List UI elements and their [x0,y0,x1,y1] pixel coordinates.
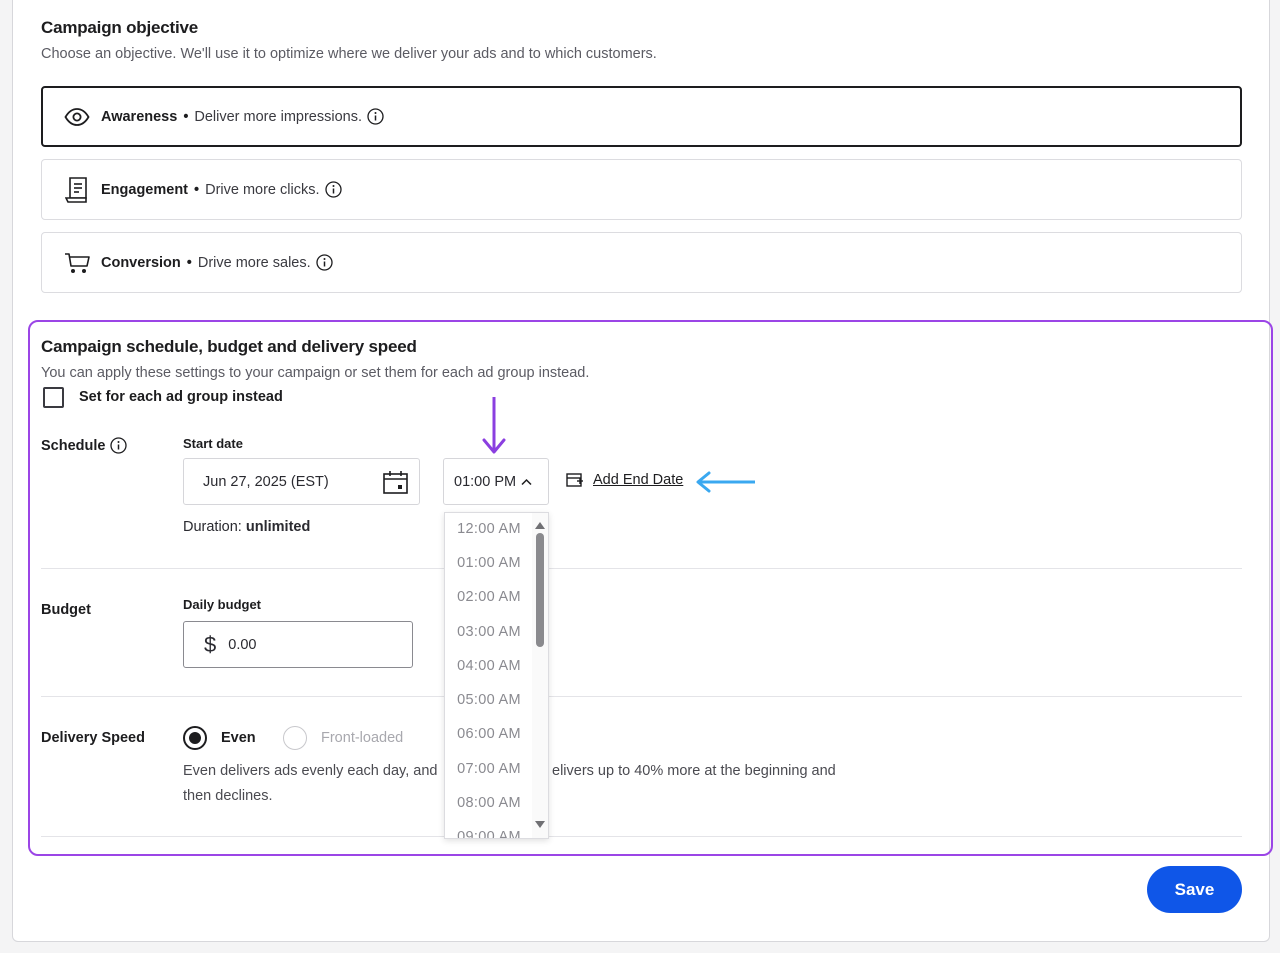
scroll-up-icon[interactable] [535,516,545,534]
objective-separator: • [186,254,192,271]
cart-icon [64,250,90,276]
time-option[interactable]: 03:00 AM [445,624,533,640]
objective-engagement[interactable]: Engagement • Drive more clicks. [41,159,1242,220]
objective-desc: Deliver more impressions. [194,108,362,125]
radio-front-loaded[interactable] [283,726,307,750]
time-option[interactable]: 04:00 AM [445,658,533,674]
arrow-down-icon [482,396,506,461]
time-option[interactable]: 01:00 AM [445,555,533,571]
document-icon [64,176,90,203]
ad-group-checkbox-label: Set for each ad group instead [79,389,283,405]
delivery-desc-line2: then declines. [183,788,273,804]
objective-desc: Drive more sales. [197,254,311,271]
duration-prefix: Duration: [183,519,242,535]
time-dropdown[interactable]: 12:00 AM 01:00 AM 02:00 AM 03:00 AM 04:0… [444,512,549,839]
start-date-field[interactable]: Jun 27, 2025 (EST) [183,458,420,505]
schedule-section-subtitle: You can apply these settings to your cam… [41,365,590,381]
scroll-down-icon[interactable] [535,816,545,834]
objective-title: Campaign objective [41,18,198,37]
radio-even[interactable] [183,726,207,750]
page-panel: Campaign objective Choose an objective. … [12,0,1273,942]
budget-value: 0.00 [228,636,257,653]
delivery-desc-part2: elivers up to 40% more at the beginning … [552,763,836,779]
objective-name: Conversion [101,254,181,271]
objective-subtitle: Choose an objective. We'll use it to opt… [41,46,657,62]
delivery-speed-label: Delivery Speed [41,730,145,746]
dropdown-scrollbar[interactable] [532,513,548,838]
divider [41,568,1242,569]
calendar-icon[interactable] [383,471,408,498]
time-select[interactable]: 01:00 PM [443,458,549,505]
divider [41,696,1242,697]
objective-desc: Drive more clicks. [205,181,320,198]
time-option[interactable]: 08:00 AM [445,795,533,811]
add-end-date-link[interactable]: Add End Date [566,472,683,488]
start-date-label: Start date [183,436,243,451]
time-value: 01:00 PM [454,473,517,490]
schedule-label: Schedule [41,437,106,454]
daily-budget-input[interactable]: $ 0.00 [183,621,413,668]
objective-name: Awareness [101,108,178,125]
time-option[interactable]: 06:00 AM [445,726,533,742]
schedule-label-row: Schedule [41,437,128,454]
time-option[interactable]: 05:00 AM [445,692,533,708]
info-icon[interactable] [324,181,342,198]
info-icon[interactable] [110,437,128,454]
daily-budget-label: Daily budget [183,597,262,612]
duration-value: unlimited [245,519,311,535]
eye-icon [64,104,90,130]
time-option[interactable]: 07:00 AM [445,761,533,777]
add-end-date-label: Add End Date [593,472,684,488]
radio-front-loaded-label: Front-loaded [321,730,404,746]
calendar-add-icon [566,472,584,488]
arrow-left-icon [695,471,757,498]
objective-conversion[interactable]: Conversion • Drive more sales. [41,232,1242,293]
radio-even-label: Even [221,730,256,746]
info-icon[interactable] [316,254,333,271]
delivery-desc-part1: Even delivers ads evenly each day, and [183,763,438,779]
duration-text: Duration: unlimited [183,519,310,535]
info-icon[interactable] [367,108,384,125]
objective-separator: • [183,108,189,125]
scroll-thumb[interactable] [536,533,544,647]
objective-awareness[interactable]: Awareness • Deliver more impressions. [41,86,1242,147]
objective-separator: • [194,181,200,198]
divider [41,836,1242,837]
objective-name: Engagement [101,181,189,198]
budget-label: Budget [41,602,91,618]
time-option[interactable]: 12:00 AM [445,521,533,537]
dollar-icon: $ [204,631,217,657]
time-option[interactable]: 09:00 AM [445,829,533,838]
chevron-up-icon [521,478,532,486]
save-button[interactable]: Save [1147,866,1242,913]
time-option[interactable]: 02:00 AM [445,589,533,605]
start-date-value: Jun 27, 2025 (EST) [203,473,329,490]
ad-group-checkbox[interactable] [43,387,64,408]
schedule-section-title: Campaign schedule, budget and delivery s… [41,337,417,356]
